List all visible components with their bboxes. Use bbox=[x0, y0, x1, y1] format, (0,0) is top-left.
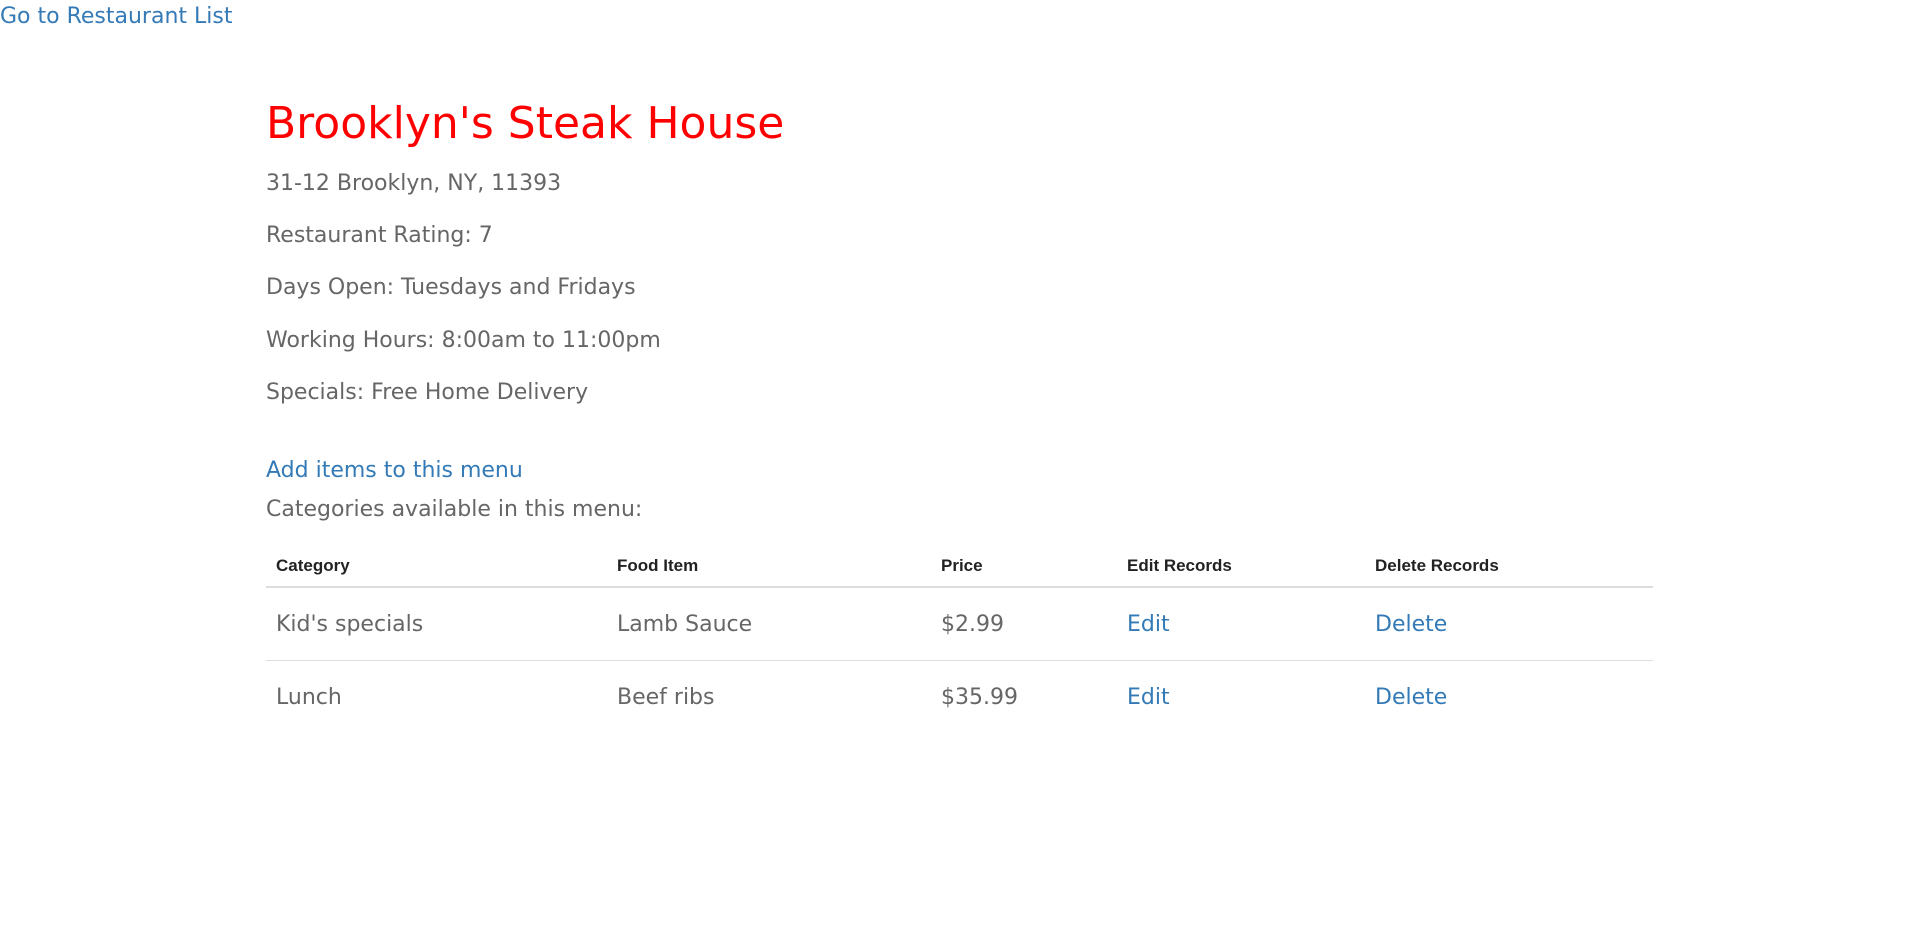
edit-link[interactable]: Edit bbox=[1127, 612, 1170, 637]
table-row: Lunch Beef ribs $35.99 Edit Delete bbox=[266, 660, 1653, 733]
header-price: Price bbox=[931, 548, 1117, 588]
price-cell: $35.99 bbox=[931, 660, 1117, 733]
restaurant-rating: Restaurant Rating: 7 bbox=[266, 223, 493, 248]
price-cell: $2.99 bbox=[941, 611, 1004, 637]
go-to-restaurant-list-link[interactable]: Go to Restaurant List bbox=[0, 4, 232, 29]
delete-cell: Delete bbox=[1365, 660, 1653, 733]
header-delete-records: Delete Records bbox=[1365, 548, 1653, 588]
days-open: Days Open: Tuesdays and Fridays bbox=[266, 275, 636, 300]
delete-link[interactable]: Delete bbox=[1375, 685, 1447, 710]
edit-cell: Edit bbox=[1117, 587, 1365, 661]
header-edit-records: Edit Records bbox=[1117, 548, 1365, 588]
working-hours: Working Hours: 8:00am to 11:00pm bbox=[266, 328, 661, 353]
category-cell: Kid's specials bbox=[276, 611, 424, 637]
table-header-row: Category Food Item Price Edit Records De… bbox=[266, 548, 1653, 588]
table-row: Kid's specials Lamb Sauce $2.99 Edit Del… bbox=[266, 587, 1653, 661]
delete-link[interactable]: Delete bbox=[1375, 612, 1447, 637]
edit-cell: Edit bbox=[1117, 660, 1365, 733]
restaurant-name: Brooklyn's Steak House bbox=[266, 98, 785, 149]
edit-link[interactable]: Edit bbox=[1127, 685, 1170, 710]
specials: Specials: Free Home Delivery bbox=[266, 380, 589, 405]
menu-table: Category Food Item Price Edit Records De… bbox=[266, 548, 1653, 733]
restaurant-address: 31-12 Brooklyn, NY, 11393 bbox=[266, 171, 562, 196]
add-items-link[interactable]: Add items to this menu bbox=[266, 458, 523, 483]
categories-label: Categories available in this menu: bbox=[266, 497, 643, 522]
delete-cell: Delete bbox=[1365, 587, 1653, 661]
food-item-cell: Beef ribs bbox=[607, 660, 931, 733]
category-cell: Lunch bbox=[266, 660, 607, 733]
header-category: Category bbox=[266, 548, 607, 588]
header-food-item: Food Item bbox=[607, 548, 931, 588]
food-item-cell: Lamb Sauce bbox=[617, 611, 753, 637]
